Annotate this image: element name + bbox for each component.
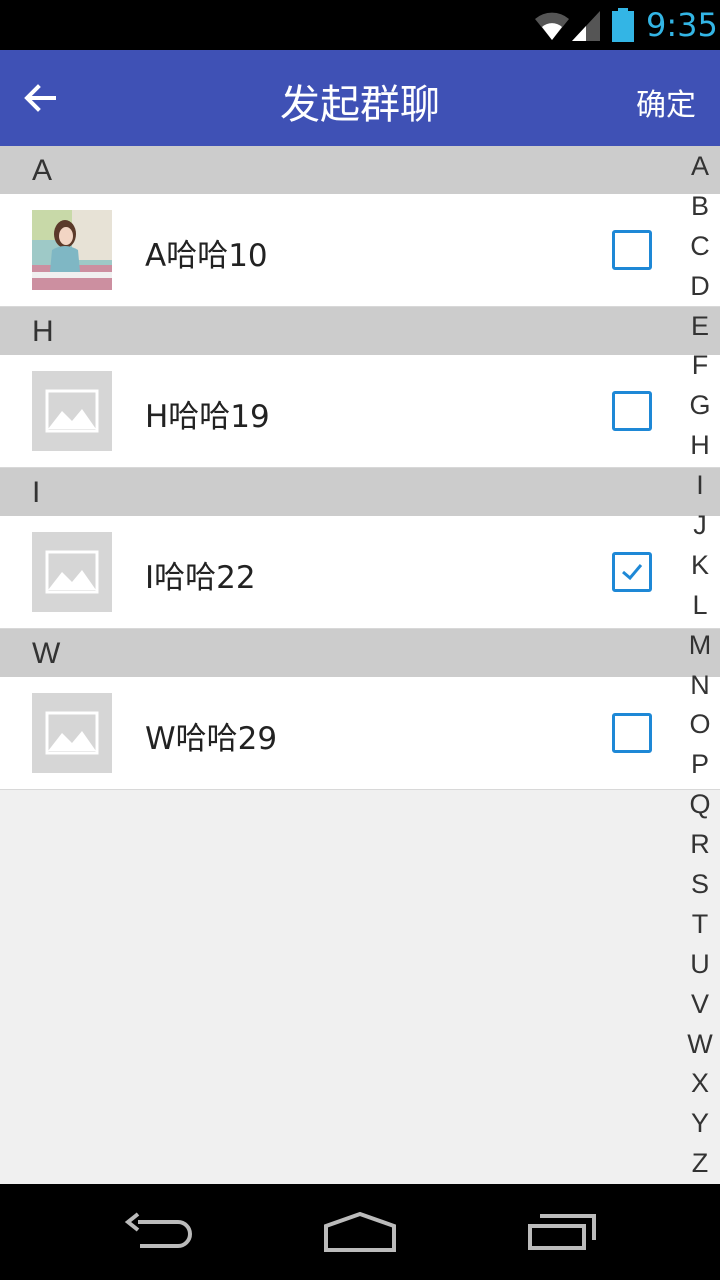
- avatar-photo-icon: [32, 210, 112, 290]
- index-letter[interactable]: W: [680, 1024, 720, 1064]
- wifi-icon: [535, 12, 569, 40]
- index-letter[interactable]: A: [680, 146, 720, 186]
- page-title: 发起群聊: [280, 82, 440, 128]
- confirm-button[interactable]: 确定: [636, 80, 696, 124]
- section-header-a: A: [0, 146, 720, 194]
- contact-name: W哈哈29: [145, 721, 278, 757]
- index-letter[interactable]: N: [680, 665, 720, 705]
- index-letter[interactable]: C: [680, 226, 720, 266]
- index-letter[interactable]: B: [680, 186, 720, 226]
- index-letter[interactable]: H: [680, 425, 720, 465]
- index-letter[interactable]: T: [680, 904, 720, 944]
- select-checkbox-checked[interactable]: [612, 552, 652, 592]
- contact-row[interactable]: I哈哈22: [0, 516, 720, 629]
- select-checkbox[interactable]: [612, 230, 652, 270]
- contact-name: A哈哈10: [145, 238, 268, 274]
- alphabet-index[interactable]: A B C D E F G H I J K L M N O P Q R S T …: [680, 146, 720, 1184]
- avatar: [32, 371, 112, 451]
- index-letter[interactable]: U: [680, 944, 720, 984]
- index-letter[interactable]: E: [680, 306, 720, 346]
- app-bar: 发起群聊 确定: [0, 50, 720, 146]
- index-letter[interactable]: Y: [680, 1103, 720, 1143]
- check-icon: [622, 564, 643, 581]
- contact-list: A A哈哈10 H H哈哈19 I I哈哈22 W W哈哈29: [0, 146, 720, 790]
- contact-row[interactable]: H哈哈19: [0, 355, 720, 468]
- select-checkbox[interactable]: [612, 391, 652, 431]
- index-letter[interactable]: O: [680, 704, 720, 744]
- signal-icon: [572, 11, 600, 41]
- avatar: [32, 532, 112, 612]
- index-letter[interactable]: S: [680, 864, 720, 904]
- recents-nav-icon[interactable]: [526, 1212, 598, 1252]
- index-letter[interactable]: Z: [680, 1143, 720, 1183]
- index-letter[interactable]: J: [680, 505, 720, 545]
- system-nav-bar: [0, 1184, 720, 1280]
- section-header-i: I: [0, 468, 720, 516]
- back-nav-icon[interactable]: [124, 1212, 196, 1252]
- select-checkbox[interactable]: [612, 713, 652, 753]
- section-header-w: W: [0, 629, 720, 677]
- index-letter[interactable]: G: [680, 385, 720, 425]
- index-letter[interactable]: V: [680, 984, 720, 1024]
- avatar: [32, 693, 112, 773]
- index-letter[interactable]: L: [680, 585, 720, 625]
- contact-name: H哈哈19: [145, 399, 270, 435]
- image-placeholder-icon: [45, 550, 99, 594]
- section-header-h: H: [0, 307, 720, 355]
- image-placeholder-icon: [45, 389, 99, 433]
- battery-icon: [612, 8, 634, 42]
- contact-row[interactable]: A哈哈10: [0, 194, 720, 307]
- clock: 9:35: [646, 6, 718, 44]
- index-letter[interactable]: P: [680, 744, 720, 784]
- home-nav-icon[interactable]: [322, 1212, 398, 1252]
- image-placeholder-icon: [45, 711, 99, 755]
- index-letter[interactable]: K: [680, 545, 720, 585]
- avatar: [32, 210, 112, 290]
- status-bar: 9:35: [0, 0, 720, 50]
- index-letter[interactable]: F: [680, 345, 720, 385]
- index-letter[interactable]: I: [680, 465, 720, 505]
- contact-row[interactable]: W哈哈29: [0, 677, 720, 790]
- index-letter[interactable]: Q: [680, 784, 720, 824]
- index-letter[interactable]: M: [680, 625, 720, 665]
- contact-name: I哈哈22: [145, 560, 256, 596]
- index-letter[interactable]: R: [680, 824, 720, 864]
- index-letter[interactable]: D: [680, 266, 720, 306]
- index-letter[interactable]: X: [680, 1063, 720, 1103]
